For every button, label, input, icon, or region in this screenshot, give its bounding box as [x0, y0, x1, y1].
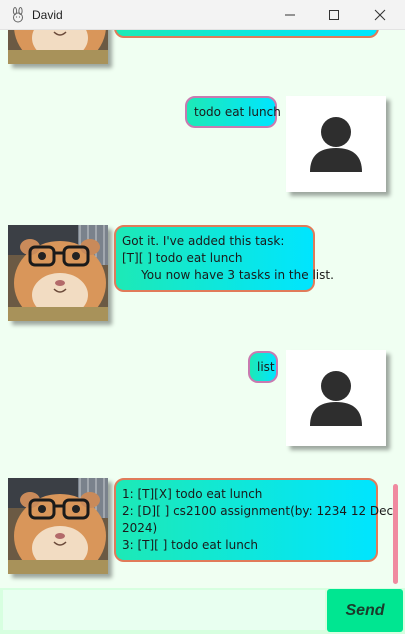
- maximize-icon: [329, 10, 339, 20]
- minimize-button[interactable]: [267, 0, 313, 30]
- user-avatar: [286, 96, 386, 192]
- user-message-bubble: todo eat lunch: [185, 96, 281, 128]
- hamster-avatar-icon: [8, 225, 108, 321]
- bunny-icon: [12, 7, 23, 23]
- chat-scrollbar[interactable]: [393, 484, 398, 584]
- message-text: [T][ ] todo eat lunch: [122, 251, 243, 265]
- message-text: 2: [D][ ] cs2100 assignment(by: 1234 12 …: [122, 504, 394, 518]
- send-button[interactable]: Send: [327, 589, 403, 632]
- user-silhouette-icon: [286, 96, 386, 192]
- user-silhouette-icon: [286, 350, 386, 446]
- bot-message-bubble: [114, 30, 379, 38]
- message-text: Got it. I've added this task:: [122, 234, 285, 248]
- hamster-avatar-icon: [8, 30, 108, 64]
- close-button[interactable]: [357, 0, 403, 30]
- title-bar: David: [0, 0, 405, 30]
- message-text: todo eat lunch: [194, 105, 281, 119]
- hamster-avatar-icon: [8, 478, 108, 574]
- user-avatar: [286, 350, 386, 446]
- message-text: 2024): [122, 521, 158, 535]
- minimize-icon: [285, 14, 295, 16]
- bot-avatar: [8, 30, 108, 64]
- message-text: list: [257, 360, 275, 374]
- bot-message-bubble: Got it. I've added this task: [T][ ] tod…: [114, 225, 334, 292]
- message-input[interactable]: [3, 590, 325, 630]
- close-icon: [374, 9, 386, 21]
- maximize-button[interactable]: [311, 0, 357, 30]
- message-text: You now have 3 tasks in the list.: [122, 268, 334, 282]
- bot-avatar: [8, 478, 108, 574]
- bot-message-bubble: 1: [T][X] todo eat lunch 2: [D][ ] cs210…: [114, 478, 394, 562]
- message-text: 3: [T][ ] todo eat lunch: [122, 538, 259, 552]
- window-title: David: [32, 8, 63, 22]
- message-text: 1: [T][X] todo eat lunch: [122, 487, 263, 501]
- bot-avatar: [8, 225, 108, 321]
- user-message-bubble: list: [248, 351, 278, 383]
- chat-area[interactable]: todo eat lunch Got it. I've added this t…: [0, 30, 405, 588]
